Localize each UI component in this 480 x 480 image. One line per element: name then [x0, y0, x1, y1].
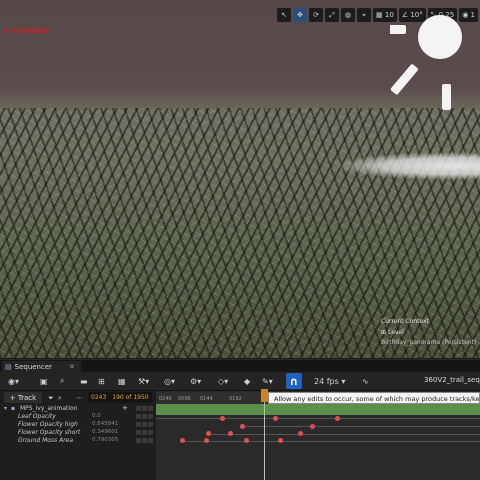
- filter-icon[interactable]: ▦: [118, 375, 126, 387]
- ruler-tick: 0144: [200, 396, 213, 402]
- track-value[interactable]: 0.790305: [92, 437, 118, 443]
- world-icon[interactable]: ◍: [341, 8, 356, 22]
- snap-magnet-button[interactable]: ∩: [286, 373, 302, 389]
- add-track-button[interactable]: + Track: [4, 392, 42, 403]
- track-rows: ▾ ▪ MPS_ivy_animation + Leaf Opacity 0.0…: [0, 404, 156, 444]
- key-nav-buttons[interactable]: [136, 429, 153, 435]
- keyframe[interactable]: [180, 438, 185, 443]
- search-icon[interactable]: ⌕: [60, 375, 64, 387]
- key-nav-buttons[interactable]: [136, 421, 153, 427]
- render-icon[interactable]: ▬: [80, 375, 88, 387]
- track-name: Flower Opacity short: [18, 428, 81, 436]
- add-key-icon[interactable]: +: [122, 404, 128, 412]
- keyframe[interactable]: [273, 416, 278, 421]
- keyframe[interactable]: [244, 438, 249, 443]
- track-value[interactable]: 0.0: [92, 413, 101, 419]
- track-value[interactable]: 0.349601: [92, 429, 118, 435]
- chevron-down-icon[interactable]: ▾: [4, 405, 7, 412]
- keyframe[interactable]: [206, 431, 211, 436]
- move-icon[interactable]: ✥: [293, 8, 308, 22]
- track-row[interactable]: Flower Opacity high 0.645841: [0, 420, 156, 428]
- key-line: [156, 418, 480, 419]
- track-name: Ground Moss Area: [18, 436, 74, 444]
- key-nav-buttons[interactable]: [136, 413, 153, 419]
- context-level-label: ⊞ Level: [381, 329, 476, 336]
- key-nav-buttons[interactable]: [136, 437, 153, 443]
- world-settings-icon[interactable]: ◉▾: [8, 375, 19, 387]
- close-icon[interactable]: ✕: [69, 363, 75, 371]
- track-name: MPS_ivy_animation: [20, 404, 78, 412]
- ruler-tick: 0096: [178, 396, 191, 402]
- context-level-name: Birthday_panorama (Persistent): [381, 339, 477, 346]
- material-icon: ▪: [11, 404, 16, 412]
- key-line: [242, 426, 480, 427]
- track-row[interactable]: ▾ ▪ MPS_ivy_animation +: [0, 404, 156, 412]
- more-options-icon[interactable]: ⋯: [76, 392, 83, 404]
- tools-icon[interactable]: ⚒▾: [138, 375, 149, 387]
- keyframe[interactable]: [278, 438, 283, 443]
- track-name: Flower Opacity high: [18, 420, 78, 428]
- playhead-line: [264, 392, 265, 480]
- fps-label: 24 fps: [314, 376, 339, 386]
- keyframe[interactable]: [240, 424, 245, 429]
- sequencer-tab-label: Sequencer: [14, 362, 53, 371]
- grid-icon: ▦: [376, 11, 383, 19]
- surface-snap-icon[interactable]: ⌖: [357, 8, 372, 22]
- keyframe[interactable]: [310, 424, 315, 429]
- edit-mode-icon[interactable]: ✎▾: [262, 375, 273, 387]
- scale-icon[interactable]: ⤢: [325, 8, 340, 22]
- key-line: [182, 441, 480, 442]
- keyframe[interactable]: [228, 431, 233, 436]
- keyframe[interactable]: [335, 416, 340, 421]
- track-row[interactable]: Leaf Opacity 0.0: [0, 412, 156, 420]
- current-time-field[interactable]: 0243 190 of 1950: [88, 392, 152, 403]
- camera-icon[interactable]: ⊞: [98, 375, 105, 387]
- track-value[interactable]: 0.645841: [92, 421, 118, 427]
- context-level-text: Level: [387, 329, 404, 336]
- lighting-warning-text: D TO REBUILT: [4, 28, 50, 35]
- sequencer-tab-bar: ▤ Sequencer ✕: [0, 359, 480, 372]
- sequencer-toolbar: ◉▾ ▣ ⌕ ▬ ⊞ ▦ ⚒▾ ◎▾ ⚙▾ ◇▾ ◆ ✎▾ 24 fps ▾ ∿: [0, 372, 480, 391]
- keyframe-icon[interactable]: ◇▾: [218, 375, 228, 387]
- magnet-icon: ∩: [289, 374, 299, 388]
- tab-sequencer[interactable]: ▤ Sequencer ✕: [2, 361, 81, 372]
- save-icon[interactable]: ▣: [40, 375, 48, 387]
- level-viewport[interactable]: D TO REBUILT ↖ ✥ ⟳ ⤢ ◍ ⌖ ▦ 10 ∠ 10° ⤡ 0.…: [0, 0, 480, 358]
- current-context-overlay: Current Context ⊞ Level Birthday_panoram…: [381, 318, 476, 346]
- key-line: [208, 434, 480, 435]
- context-title: Current Context: [381, 318, 429, 325]
- search-tracks-icon[interactable]: ⌕: [58, 392, 62, 404]
- tooltip: Allow any edits to occur, some of which …: [268, 392, 480, 404]
- current-time-value: 0243: [91, 394, 107, 401]
- playhead-handle[interactable]: [261, 389, 268, 402]
- filter-tracks-icon[interactable]: ⏷: [48, 392, 54, 404]
- frame-display: 190 of 1950: [112, 394, 149, 401]
- playback-options-icon[interactable]: ⚙▾: [190, 375, 201, 387]
- fps-dropdown[interactable]: 24 fps ▾: [314, 375, 345, 387]
- curve-editor-icon[interactable]: ∿: [362, 375, 369, 387]
- select-icon[interactable]: ↖: [277, 8, 292, 22]
- keyframe[interactable]: [220, 416, 225, 421]
- track-row[interactable]: Flower Opacity short 0.349601: [0, 428, 156, 436]
- ruler-tick: 0192: [229, 396, 242, 402]
- section-bar[interactable]: [156, 404, 480, 415]
- keyframe[interactable]: [204, 438, 209, 443]
- key-nav-buttons[interactable]: [136, 405, 153, 411]
- ruler-tick: 0240: [159, 396, 172, 402]
- rotate-icon[interactable]: ⟳: [309, 8, 324, 22]
- key-all-icon[interactable]: ◆: [244, 375, 250, 387]
- view-icon[interactable]: ◎▾: [164, 375, 175, 387]
- keyframe[interactable]: [298, 431, 303, 436]
- track-row[interactable]: Ground Moss Area 0.790305: [0, 436, 156, 444]
- directional-light-icon[interactable]: [390, 10, 480, 110]
- track-name: Leaf Opacity: [18, 412, 56, 420]
- sequencer-tab-icon: ▤: [5, 362, 12, 371]
- level-icon: ⊞: [381, 329, 387, 336]
- sequence-name: 360V2_trail_sequence: [424, 376, 480, 384]
